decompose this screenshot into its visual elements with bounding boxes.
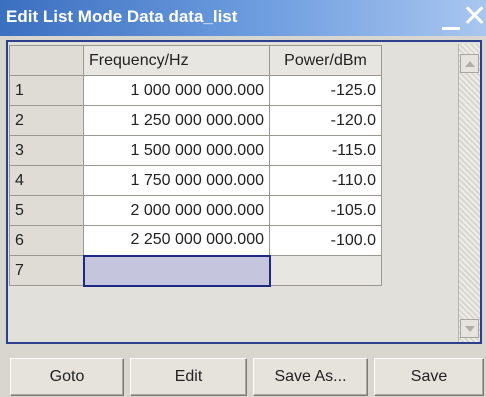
save-button[interactable]: Save	[374, 358, 484, 396]
goto-button[interactable]: Goto	[10, 358, 124, 396]
table-row[interactable]: 1 1 000 000 000.000 -125.0	[9, 75, 382, 106]
frequency-cell[interactable]: 1 000 000 000.000	[83, 75, 270, 106]
row-index[interactable]: 1	[9, 75, 84, 106]
column-header-power[interactable]: Power/dBm	[269, 45, 382, 76]
list-table: Frequency/Hz Power/dBm 1 1 000 000 000.0…	[9, 45, 382, 287]
save-as-button[interactable]: Save As...	[253, 358, 368, 396]
frequency-cell[interactable]: 2 000 000 000.000	[83, 195, 270, 226]
table-row[interactable]: 6 2 250 000 000.000 -100.0	[9, 225, 382, 256]
power-cell[interactable]: -100.0	[269, 225, 382, 256]
power-cell[interactable]: -110.0	[269, 165, 382, 196]
frequency-cell[interactable]: 1 500 000 000.000	[83, 135, 270, 166]
frequency-cell[interactable]: 1 750 000 000.000	[83, 165, 270, 196]
title-controls: ✕	[440, 0, 486, 36]
frequency-cell[interactable]: 2 250 000 000.000	[83, 225, 270, 256]
title-bar: Edit List Mode Data data_list ✕	[0, 0, 486, 36]
power-cell[interactable]: -125.0	[269, 75, 382, 106]
table-row-new[interactable]: 7	[9, 254, 382, 287]
table-row[interactable]: 2 1 250 000 000.000 -120.0	[9, 105, 382, 136]
button-bar: Goto Edit Save As... Save	[0, 350, 486, 397]
frequency-cell-selected[interactable]	[82, 254, 271, 287]
close-icon[interactable]: ✕	[462, 0, 486, 34]
table-row[interactable]: 3 1 500 000 000.000 -115.0	[9, 135, 382, 166]
row-index[interactable]: 4	[9, 165, 84, 196]
vertical-scrollbar[interactable]	[458, 44, 480, 342]
arrow-down-icon	[464, 325, 475, 332]
row-index[interactable]: 6	[9, 225, 84, 256]
table-row[interactable]: 5 2 000 000 000.000 -105.0	[9, 195, 382, 226]
row-index[interactable]: 3	[9, 135, 84, 166]
header-corner	[9, 45, 84, 76]
power-cell[interactable]	[269, 255, 382, 286]
row-index[interactable]: 2	[9, 105, 84, 136]
table-row[interactable]: 4 1 750 000 000.000 -110.0	[9, 165, 382, 196]
row-index[interactable]: 5	[9, 195, 84, 226]
column-header-frequency[interactable]: Frequency/Hz	[83, 45, 270, 76]
row-index[interactable]: 7	[9, 255, 84, 286]
power-cell[interactable]: -115.0	[269, 135, 382, 166]
table-header-row: Frequency/Hz Power/dBm	[9, 45, 382, 76]
power-cell[interactable]: -105.0	[269, 195, 382, 226]
scroll-up-button[interactable]	[460, 54, 479, 73]
arrow-up-icon	[464, 60, 475, 67]
dialog-title: Edit List Mode Data data_list	[6, 7, 238, 26]
edit-list-dialog: Edit List Mode Data data_list ✕ Frequenc…	[0, 0, 486, 397]
minimize-icon[interactable]	[442, 27, 460, 30]
frequency-cell[interactable]: 1 250 000 000.000	[83, 105, 270, 136]
power-cell[interactable]: -120.0	[269, 105, 382, 136]
scroll-down-button[interactable]	[460, 319, 479, 338]
edit-button[interactable]: Edit	[130, 358, 247, 396]
